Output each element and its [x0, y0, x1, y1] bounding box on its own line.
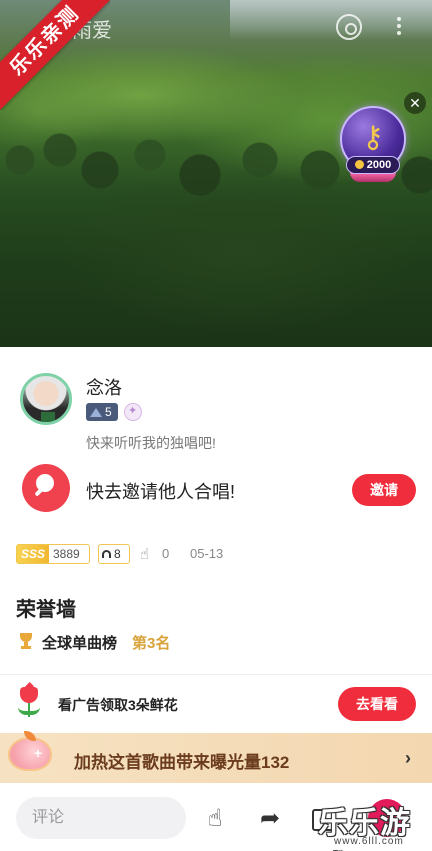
ad-text: 看广告领取3朵鲜花	[58, 697, 178, 713]
disc-icon[interactable]	[336, 14, 362, 40]
key-icon: ⚷	[362, 121, 384, 154]
stats-row: SSS 3889 8 ☝ 0 05-13	[16, 544, 416, 564]
more-options-icon[interactable]	[392, 14, 406, 42]
vip-icon	[124, 403, 142, 421]
rank-badge: SSS	[17, 545, 49, 563]
invite-text: 快去邀请他人合唱!	[86, 482, 236, 502]
score-badge: SSS 3889	[16, 544, 90, 564]
publish-date: 05-13	[190, 546, 224, 561]
chart-name[interactable]: 全球单曲榜	[42, 632, 117, 653]
share-icon[interactable]: ➦	[256, 805, 284, 833]
score-value: 3889	[53, 547, 80, 561]
listen-count: 8	[114, 547, 121, 561]
promote-banner[interactable]: + 加热这首歌曲带来曝光量132 ›	[0, 731, 432, 783]
chart-rank[interactable]: 第3名	[132, 632, 170, 653]
corner-ribbon: 乐乐亲测	[0, 0, 110, 110]
level-value: 5	[105, 405, 112, 419]
site-watermark: 乐乐游戏 www.6lll.com	[318, 796, 432, 851]
level-icon	[90, 408, 102, 417]
promote-text: 加热这首歌曲带来曝光量132	[74, 753, 290, 772]
comment-input[interactable]	[16, 797, 186, 839]
gift-badge[interactable]: ⚷ 2000	[336, 106, 410, 182]
listen-badge: 8	[98, 544, 130, 564]
gift-value: 2000	[346, 156, 400, 174]
tagline: 快来听听我的独唱吧!	[86, 435, 216, 451]
ad-reward-row: 看广告领取3朵鲜花 去看看	[0, 675, 432, 731]
duet-icon	[22, 464, 70, 512]
tulip-icon	[16, 687, 42, 719]
clap-icon: ☝	[140, 546, 150, 563]
chevron-right-icon[interactable]: ›	[405, 748, 411, 769]
username[interactable]: 念洛	[86, 374, 122, 400]
watermark-url: www.6lll.com	[334, 836, 404, 847]
gift-value-text: 2000	[366, 159, 392, 171]
honor-wall-title: 荣誉墙	[16, 599, 76, 621]
song-info-card: 念洛 5 快来听听我的独唱吧! 快去邀请他人合唱! 邀请 SSS 3889 8 …	[0, 347, 432, 673]
headphone-icon	[102, 550, 111, 558]
level-badge: 5	[86, 403, 118, 421]
invite-button[interactable]: 邀请	[352, 474, 416, 506]
clap-count: 0	[162, 546, 170, 561]
peach-icon: +	[4, 731, 56, 775]
ribbon-label: 乐乐亲测	[0, 0, 110, 110]
avatar[interactable]	[20, 373, 72, 425]
clap-button-icon[interactable]: ☝	[202, 805, 228, 833]
coin-icon	[354, 160, 364, 169]
watch-ad-button[interactable]: 去看看	[338, 687, 416, 721]
trophy-icon	[18, 633, 34, 649]
